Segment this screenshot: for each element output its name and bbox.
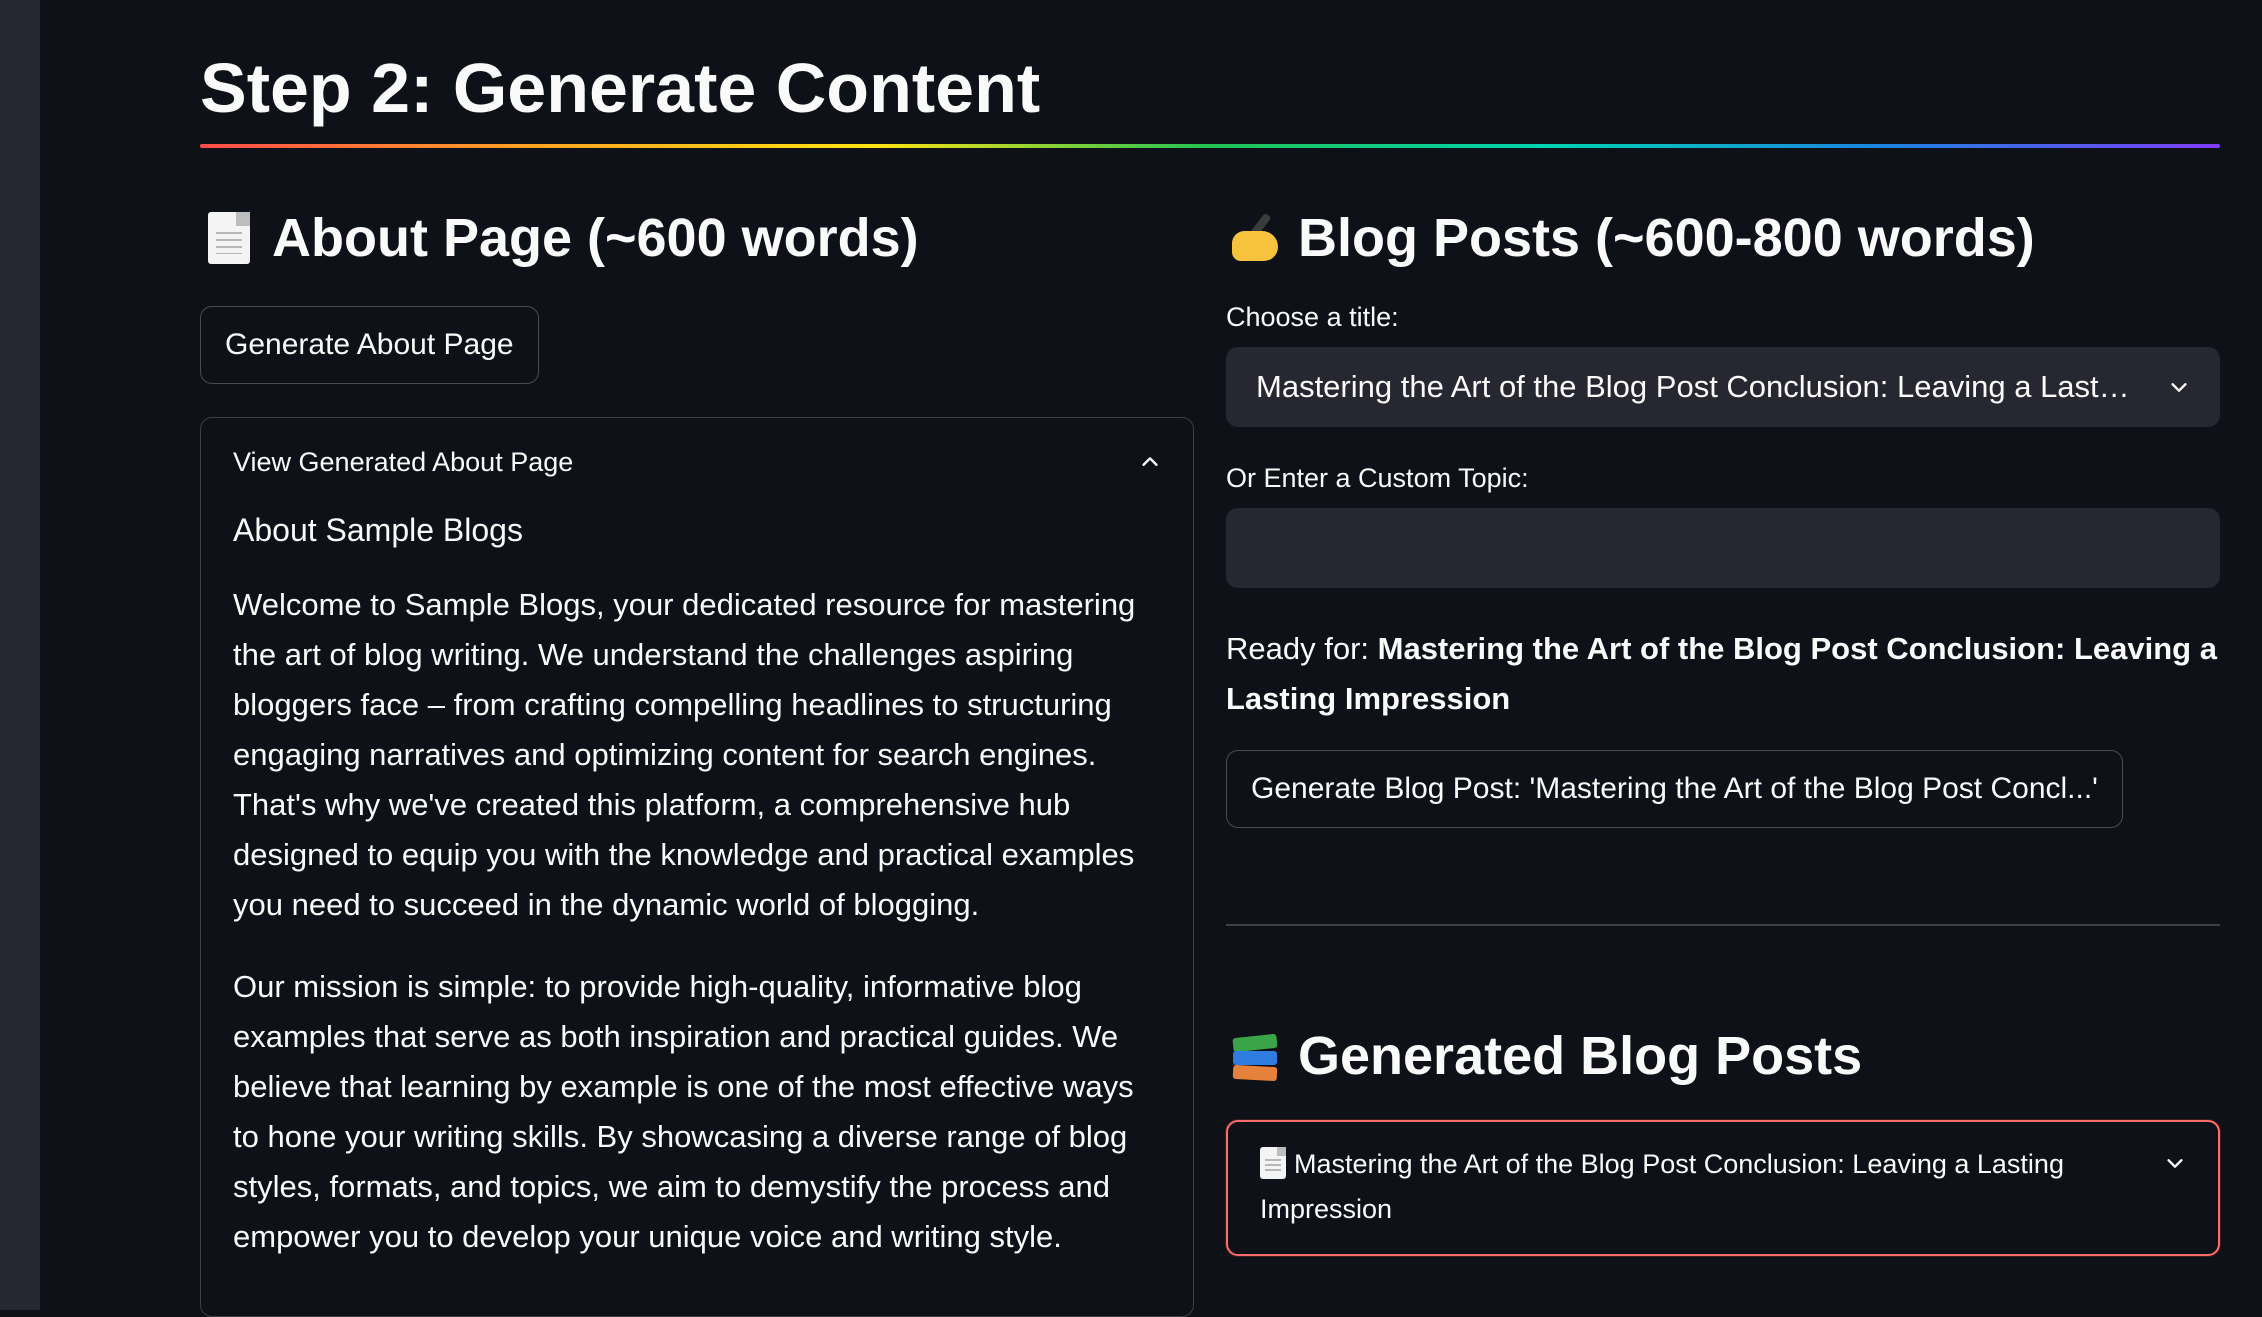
page-document-icon	[200, 209, 258, 267]
ready-prefix: Ready for:	[1226, 631, 1378, 666]
about-paragraph: Our mission is simple: to provide high-q…	[233, 969, 1134, 1254]
about-content-title: About Sample Blogs	[233, 512, 523, 548]
blog-heading: Blog Posts (~600-800 words)	[1226, 200, 2220, 276]
about-column: About Page (~600 words) Generate About P…	[200, 200, 1194, 1317]
generate-about-page-button[interactable]: Generate About Page	[200, 306, 539, 384]
books-icon	[1226, 1027, 1284, 1085]
about-expander-body: About Sample Blogs Welcome to Sample Blo…	[201, 510, 1193, 1262]
title-select-value: Mastering the Art of the Blog Post Concl…	[1256, 369, 2136, 404]
section-divider	[1226, 924, 2220, 926]
page-title: Step 2: Generate Content	[200, 49, 1041, 127]
writing-hand-icon	[1226, 209, 1284, 267]
about-paragraph: Welcome to Sample Blogs, your dedicated …	[233, 587, 1136, 922]
generated-post-expander[interactable]: Mastering the Art of the Blog Post Concl…	[1226, 1119, 2220, 1256]
generate-blog-post-button[interactable]: Generate Blog Post: 'Mastering the Art o…	[1226, 750, 2123, 828]
custom-topic-label: Or Enter a Custom Topic:	[1226, 463, 1529, 493]
generated-post-title: Mastering the Art of the Blog Post Concl…	[1260, 1148, 2064, 1224]
title-select[interactable]: Mastering the Art of the Blog Post Concl…	[1226, 347, 2220, 427]
about-expander: View Generated About Page About Sample B…	[200, 417, 1194, 1317]
generated-heading-text: Generated Blog Posts	[1298, 1025, 1863, 1086]
blog-heading-text: Blog Posts (~600-800 words)	[1298, 208, 2035, 268]
generated-post-label: Mastering the Art of the Blog Post Concl…	[1260, 1142, 2140, 1232]
about-heading-text: About Page (~600 words)	[272, 208, 919, 268]
ready-status: Ready for: Mastering the Art of the Blog…	[1226, 624, 2220, 724]
header-divider	[200, 144, 2220, 148]
custom-topic-input[interactable]	[1226, 508, 2220, 588]
chevron-down-icon	[2167, 1158, 2183, 1168]
generated-heading: Generated Blog Posts	[1226, 1018, 2220, 1094]
blog-column: Blog Posts (~600-800 words) Choose a tit…	[1226, 200, 2220, 1256]
choose-title-label: Choose a title:	[1226, 302, 1399, 332]
chevron-down-icon	[2171, 383, 2187, 392]
about-expander-label: View Generated About Page	[233, 446, 574, 477]
page-document-icon	[1260, 1146, 1286, 1179]
about-heading: About Page (~600 words)	[200, 200, 1194, 276]
sidebar-edge	[0, 0, 40, 1310]
about-expander-header[interactable]: View Generated About Page	[201, 418, 1193, 506]
chevron-up-icon	[1142, 457, 1158, 466]
